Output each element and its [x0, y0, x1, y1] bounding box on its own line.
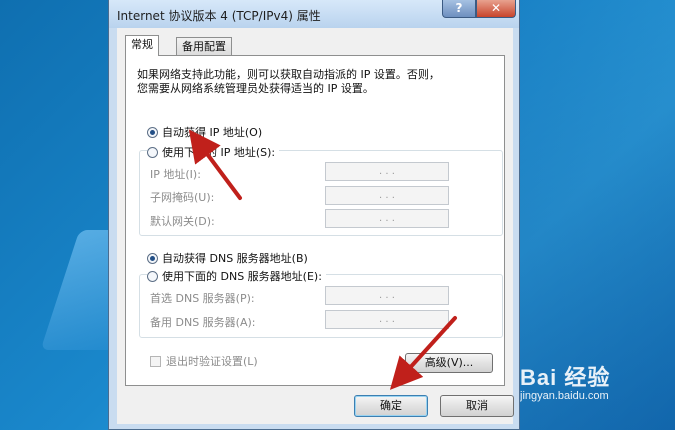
advanced-button[interactable]: 高级(V)...	[405, 353, 493, 373]
manual-ip-label: 使用下面的 IP 地址(S):	[162, 146, 276, 159]
tab-general[interactable]: 常规	[125, 35, 159, 56]
description-text: 如果网络支持此功能，则可以获取自动指派的 IP 设置。否则， 您需要从网络系统管…	[137, 68, 477, 96]
subnet-mask-label: 子网掩码(U):	[150, 191, 215, 204]
ip-address-label: IP 地址(I):	[150, 168, 201, 181]
default-gateway-label: 默认网关(D):	[150, 215, 215, 228]
radio-indicator	[147, 126, 158, 138]
manual-dns-radio[interactable]: 使用下面的 DNS 服务器地址(E):	[147, 268, 326, 284]
auto-dns-label: 自动获得 DNS 服务器地址(B)	[162, 252, 308, 265]
radio-indicator	[147, 252, 158, 264]
radio-indicator	[147, 146, 158, 158]
validate-on-exit-checkbox[interactable]: 退出时验证设置(L)	[150, 353, 258, 369]
alternate-dns-label: 备用 DNS 服务器(A):	[150, 316, 256, 329]
dialog-client-area: 常规 备用配置 如果网络支持此功能，则可以获取自动指派的 IP 设置。否则， 您…	[117, 28, 514, 424]
radio-indicator	[147, 270, 158, 282]
ok-button[interactable]: 确定	[354, 395, 428, 417]
default-gateway-input[interactable]: . . .	[325, 209, 449, 228]
auto-ip-radio[interactable]: 自动获得 IP 地址(O)	[147, 124, 262, 140]
watermark-logo: Bai 经验	[520, 365, 611, 390]
auto-dns-radio[interactable]: 自动获得 DNS 服务器地址(B)	[147, 250, 308, 266]
tcpipv4-properties-dialog: Internet 协议版本 4 (TCP/IPv4) 属性 ? ✕ 常规 备用配…	[108, 0, 520, 430]
dialog-title: Internet 协议版本 4 (TCP/IPv4) 属性	[117, 9, 321, 23]
manual-dns-label: 使用下面的 DNS 服务器地址(E):	[162, 270, 322, 283]
tab-alternate-configuration[interactable]: 备用配置	[176, 37, 232, 55]
subnet-mask-input[interactable]: . . .	[325, 186, 449, 205]
preferred-dns-input[interactable]: . . .	[325, 286, 449, 305]
watermark-url: jingyan.baidu.com	[520, 390, 609, 402]
auto-ip-label: 自动获得 IP 地址(O)	[162, 126, 263, 139]
cancel-button[interactable]: 取消	[440, 395, 514, 417]
alternate-dns-input[interactable]: . . .	[325, 310, 449, 329]
validate-on-exit-label: 退出时验证设置(L)	[166, 355, 258, 368]
ip-address-input[interactable]: . . .	[325, 162, 449, 181]
checkbox-indicator	[150, 355, 161, 367]
help-button[interactable]: ?	[442, 0, 476, 18]
description-line-1: 如果网络支持此功能，则可以获取自动指派的 IP 设置。否则，	[137, 68, 440, 81]
manual-ip-radio[interactable]: 使用下面的 IP 地址(S):	[147, 144, 280, 160]
description-line-2: 您需要从网络系统管理员处获得适当的 IP 设置。	[137, 82, 374, 95]
close-button[interactable]: ✕	[476, 0, 516, 18]
preferred-dns-label: 首选 DNS 服务器(P):	[150, 292, 255, 305]
baidu-jingyan-watermark: Bai 经验 jingyan.baidu.com	[520, 360, 610, 402]
title-bar[interactable]: Internet 协议版本 4 (TCP/IPv4) 属性 ? ✕	[109, 0, 519, 28]
